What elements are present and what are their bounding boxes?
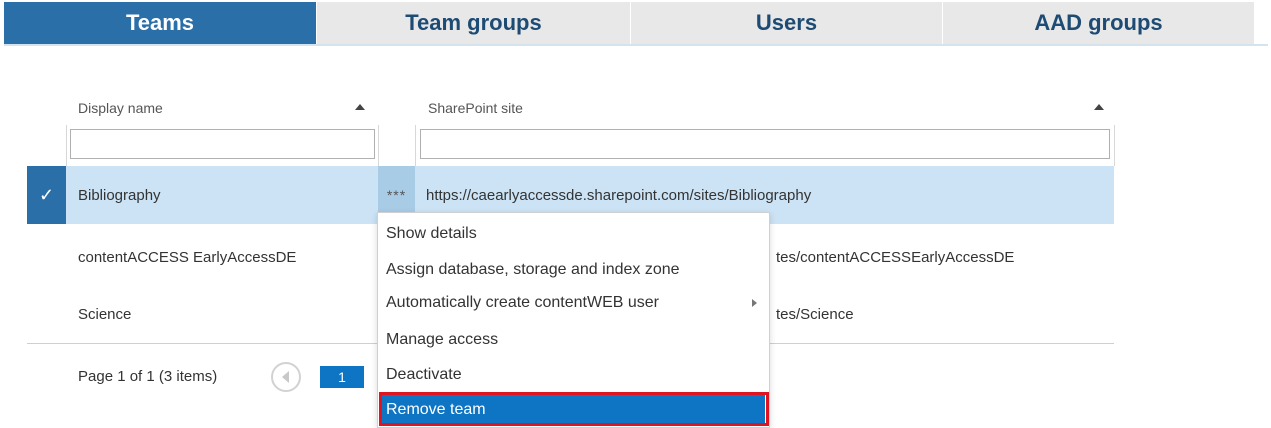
column-divider (378, 125, 379, 166)
previous-page-button[interactable] (271, 362, 301, 392)
column-header-sharepoint-site[interactable]: SharePoint site (428, 100, 523, 116)
sharepoint-site-cell: tes/Science (776, 305, 854, 323)
tab-aad-groups[interactable]: AAD groups (942, 2, 1254, 44)
column-divider (66, 125, 67, 166)
menu-item-label: Automatically create contentWEB user (386, 294, 660, 311)
highlight-box (379, 392, 769, 426)
page-number-button[interactable]: 1 (320, 366, 364, 388)
tab-users[interactable]: Users (630, 2, 942, 44)
menu-item-manage-access[interactable]: Manage access (378, 323, 769, 357)
pager-info: Page 1 of 1 (3 items) (78, 368, 218, 385)
column-divider (415, 125, 416, 166)
menu-item-show-details[interactable]: Show details (378, 217, 769, 251)
display-name-filter-input[interactable] (70, 129, 375, 159)
tab-bar: Teams Team groups Users AAD groups (0, 0, 1271, 46)
menu-item-deactivate[interactable]: Deactivate (378, 358, 769, 392)
sharepoint-site-filter-input[interactable] (420, 129, 1110, 159)
display-name-cell: contentACCESS EarlyAccessDE (78, 248, 297, 266)
submenu-arrow-icon (752, 299, 757, 307)
tab-underline (4, 44, 1268, 46)
display-name-cell: Science (78, 305, 132, 323)
tab-team-groups[interactable]: Team groups (316, 2, 630, 44)
menu-item-create-contentweb-user[interactable]: Automatically create contentWEB user (378, 286, 769, 320)
sort-ascending-icon[interactable] (355, 104, 365, 110)
sort-ascending-icon[interactable] (1094, 104, 1104, 110)
column-divider (1114, 125, 1115, 166)
menu-item-assign-database[interactable]: Assign database, storage and index zone (378, 253, 769, 287)
chevron-left-icon (281, 371, 289, 383)
sharepoint-site-cell: tes/contentACCESSEarlyAccessDE (776, 248, 1015, 266)
tab-teams[interactable]: Teams (4, 2, 316, 44)
check-icon[interactable]: ✓ (27, 166, 66, 224)
display-name-cell: Bibliography (78, 186, 161, 204)
column-header-display-name[interactable]: Display name (78, 100, 163, 116)
